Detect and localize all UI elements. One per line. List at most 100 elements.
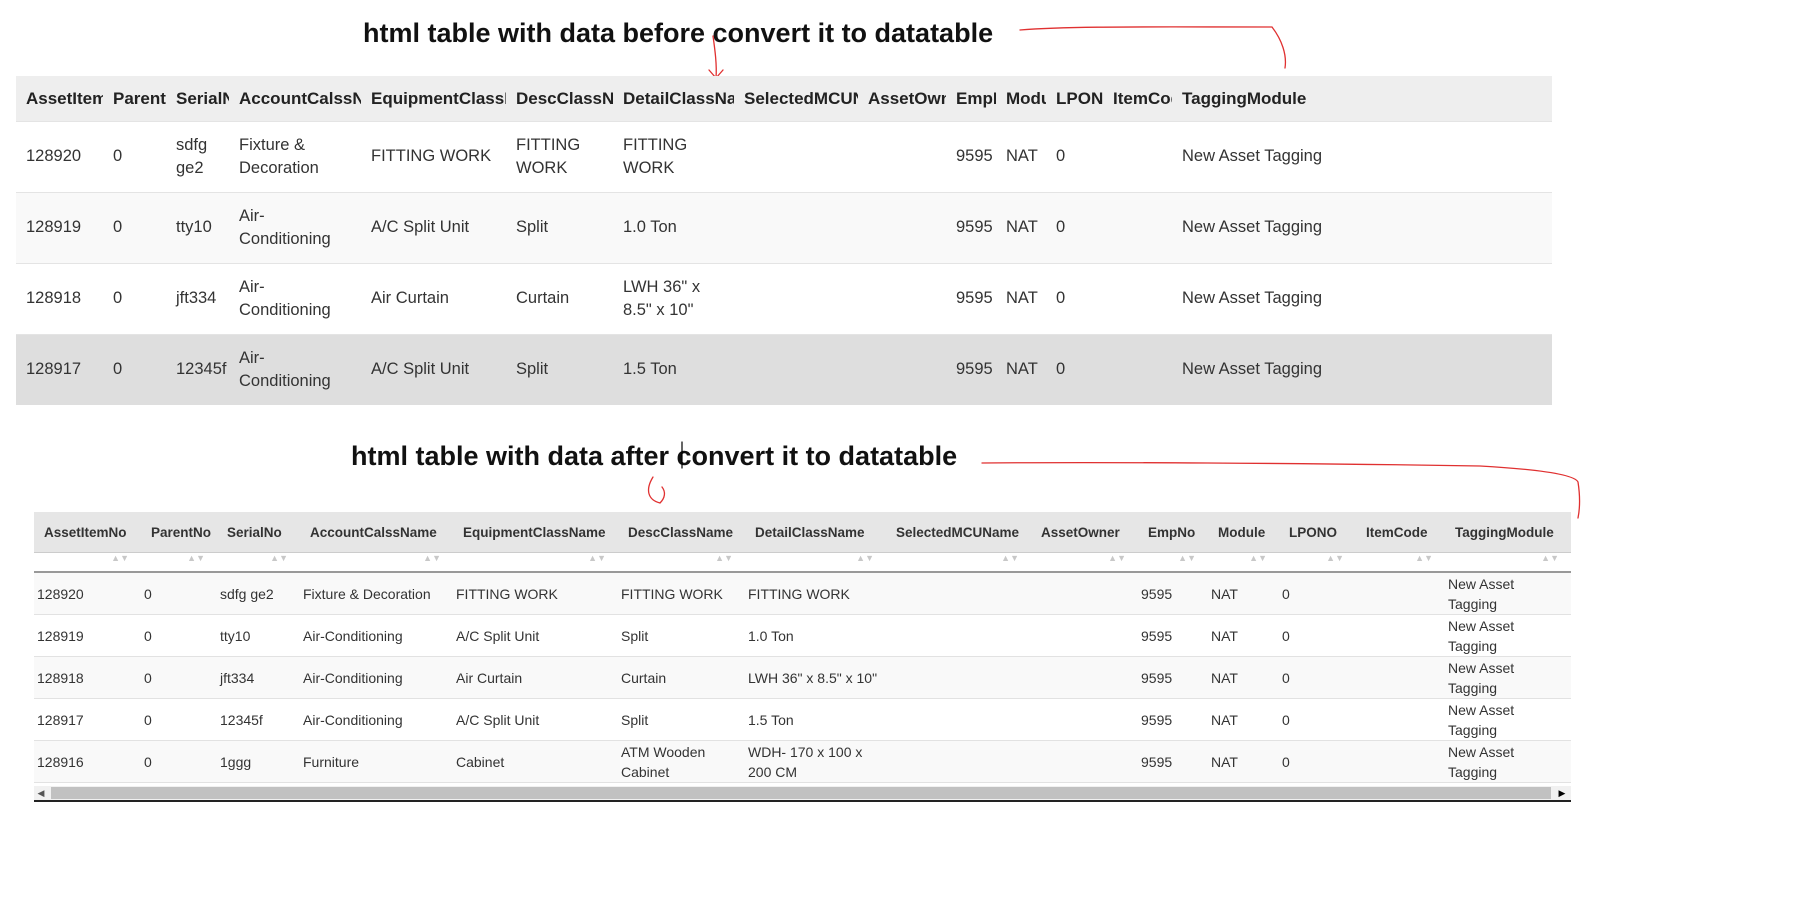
table-after-cell	[886, 614, 1031, 657]
table-before-cell: Air-Conditioning	[229, 263, 361, 335]
sort-arrows-icon[interactable]: ▲▼	[1108, 554, 1126, 563]
sort-cell[interactable]: ▲▼	[745, 552, 886, 573]
sort-arrows-icon[interactable]: ▲▼	[588, 554, 606, 563]
table-before-column-header: LPONO	[1046, 76, 1103, 122]
table-before-cell: NAT	[996, 263, 1046, 335]
sort-arrows-icon[interactable]: ▲▼	[111, 554, 129, 563]
table-before-cell	[858, 334, 946, 405]
scroll-right-arrow-icon[interactable]: ▶	[1555, 786, 1569, 800]
sort-arrows-icon[interactable]: ▲▼	[1415, 554, 1433, 563]
sort-arrows-icon[interactable]: ▲▼	[1001, 554, 1019, 563]
table-after-cell: 0	[141, 572, 217, 615]
sort-cell[interactable]: ▲▼	[141, 552, 217, 573]
sort-cell[interactable]: ▲▼	[1208, 552, 1279, 573]
sort-arrows-icon[interactable]: ▲▼	[856, 554, 874, 563]
table-after-cell: Split	[618, 698, 745, 741]
table-before-cell	[1103, 263, 1172, 335]
table-after-column-header[interactable]: AssetOwner	[1031, 512, 1138, 553]
sort-cell[interactable]: ▲▼	[1138, 552, 1208, 573]
table-after-cell	[1031, 572, 1138, 615]
table-after-cell: NAT	[1208, 740, 1279, 783]
sort-arrows-icon[interactable]: ▲▼	[1178, 554, 1196, 563]
table-after-row[interactable]: 128919 0 tty10 Air-Conditioning A/C Split Un…	[34, 614, 1571, 657]
table-before-cell: 9595	[946, 192, 996, 264]
sort-cell[interactable]: ▲▼	[886, 552, 1031, 573]
table-after-cell	[1031, 614, 1138, 657]
table-after-sort-row: ▲▼ ▲▼ ▲▼ ▲▼ ▲▼ ▲▼ ▲▼ ▲▼ ▲▼ ▲▼ ▲▼ ▲▼ ▲▼ ▲▼	[34, 552, 1571, 573]
table-after-row[interactable]: 128917 0 12345f Air-Conditioning A/C Split U…	[34, 698, 1571, 741]
table-after-column-header[interactable]: Module	[1208, 512, 1279, 553]
table-after-cell: Air-Conditioning	[300, 614, 453, 657]
table-after-column-header[interactable]: ItemCode	[1356, 512, 1445, 553]
table-after-column-header[interactable]: LPONO	[1279, 512, 1356, 553]
table-after-column-header[interactable]: AccountCalssName	[300, 512, 453, 553]
table-after-column-header[interactable]: AssetItemNo	[34, 512, 141, 553]
table-before-cell	[734, 121, 858, 193]
scrollbar-thumb[interactable]	[51, 787, 1551, 799]
table-after-column-header[interactable]: EquipmentClassName	[453, 512, 618, 553]
sort-cell[interactable]: ▲▼	[217, 552, 300, 573]
table-after-column-header[interactable]: EmpNo	[1138, 512, 1208, 553]
table-before-cell: 9595	[946, 334, 996, 405]
table-before-column-header: TaggingModule	[1172, 76, 1552, 122]
table-after-cell: 128920	[34, 572, 141, 615]
table-before-column-header: ParentI	[103, 76, 166, 122]
table-after-cell: 0	[1279, 698, 1356, 741]
table-after-column-header[interactable]: SerialNo	[217, 512, 300, 553]
sort-cell[interactable]: ▲▼	[34, 552, 141, 573]
table-after-column-header[interactable]: TaggingModule	[1445, 512, 1571, 553]
sort-arrows-icon[interactable]: ▲▼	[423, 554, 441, 563]
table-after-cell: 0	[141, 614, 217, 657]
table-after-column-header[interactable]: SelectedMCUName	[886, 512, 1031, 553]
sort-cell[interactable]: ▲▼	[300, 552, 453, 573]
datatable: AssetItemNo ParentNo SerialNo AccountCalssN…	[34, 512, 1571, 783]
table-before-cell	[1103, 121, 1172, 193]
table-after-cell: FITTING WORK	[745, 572, 886, 615]
sort-cell[interactable]: ▲▼	[1445, 552, 1571, 573]
sort-cell[interactable]: ▲▼	[1031, 552, 1138, 573]
table-before-cell: LWH 36" x 8.5" x 10"	[613, 263, 734, 335]
sort-cell[interactable]: ▲▼	[1356, 552, 1445, 573]
table-before-column-header: AssetOwn	[858, 76, 946, 122]
table-after-cell: Air-Conditioning	[300, 656, 453, 699]
table-before-column-header: DetailClassNa	[613, 76, 734, 122]
table-after-cell: New Asset Tagging	[1445, 740, 1571, 783]
sort-cell[interactable]: ▲▼	[618, 552, 745, 573]
table-after-cell: tty10	[217, 614, 300, 657]
table-after-cell: jft334	[217, 656, 300, 699]
table-before-cell: 128918	[16, 263, 103, 335]
table-after-cell: 0	[1279, 740, 1356, 783]
sort-arrows-icon[interactable]: ▲▼	[270, 554, 288, 563]
table-before-cell: NAT	[996, 334, 1046, 405]
table-after-cell: A/C Split Unit	[453, 698, 618, 741]
scroll-left-arrow-icon[interactable]: ◀	[34, 786, 48, 800]
table-after-column-header[interactable]: DescClassName	[618, 512, 745, 553]
sort-arrows-icon[interactable]: ▲▼	[1249, 554, 1267, 563]
table-after-row[interactable]: 128916 0 1ggg Furniture Cabinet ATM Wooden Ca…	[34, 740, 1571, 783]
table-before-cell	[858, 121, 946, 193]
sort-arrows-icon[interactable]: ▲▼	[715, 554, 733, 563]
table-before-cell: A/C Split Unit	[361, 192, 506, 264]
horizontal-scrollbar[interactable]: ◀ ▶	[34, 786, 1571, 802]
table-after-cell: New Asset Tagging	[1445, 572, 1571, 615]
table-before-cell: 0	[1046, 192, 1103, 264]
table-before-cell	[1103, 192, 1172, 264]
table-before-cell: tty10	[166, 192, 229, 264]
sort-cell[interactable]: ▲▼	[453, 552, 618, 573]
sort-arrows-icon[interactable]: ▲▼	[187, 554, 205, 563]
table-after-cell: 12345f	[217, 698, 300, 741]
table-after-cell: Air-Conditioning	[300, 698, 453, 741]
table-after-cell: 0	[1279, 614, 1356, 657]
table-after-row[interactable]: 128918 0 jft334 Air-Conditioning Air Curtain…	[34, 656, 1571, 699]
table-after-row[interactable]: 128920 0 sdfg ge2 Fixture & Decoration FITTI…	[34, 572, 1571, 615]
table-before-cell: 0	[1046, 334, 1103, 405]
table-after-column-header[interactable]: DetailClassName	[745, 512, 886, 553]
table-after-cell: A/C Split Unit	[453, 614, 618, 657]
table-before-cell: Split	[506, 334, 613, 405]
table-before-cell: sdfg ge2	[166, 121, 229, 193]
sort-arrows-icon[interactable]: ▲▼	[1326, 554, 1344, 563]
sort-arrows-icon[interactable]: ▲▼	[1541, 554, 1559, 563]
table-after-column-header[interactable]: ParentNo	[141, 512, 217, 553]
table-after-cell	[886, 572, 1031, 615]
sort-cell[interactable]: ▲▼	[1279, 552, 1356, 573]
